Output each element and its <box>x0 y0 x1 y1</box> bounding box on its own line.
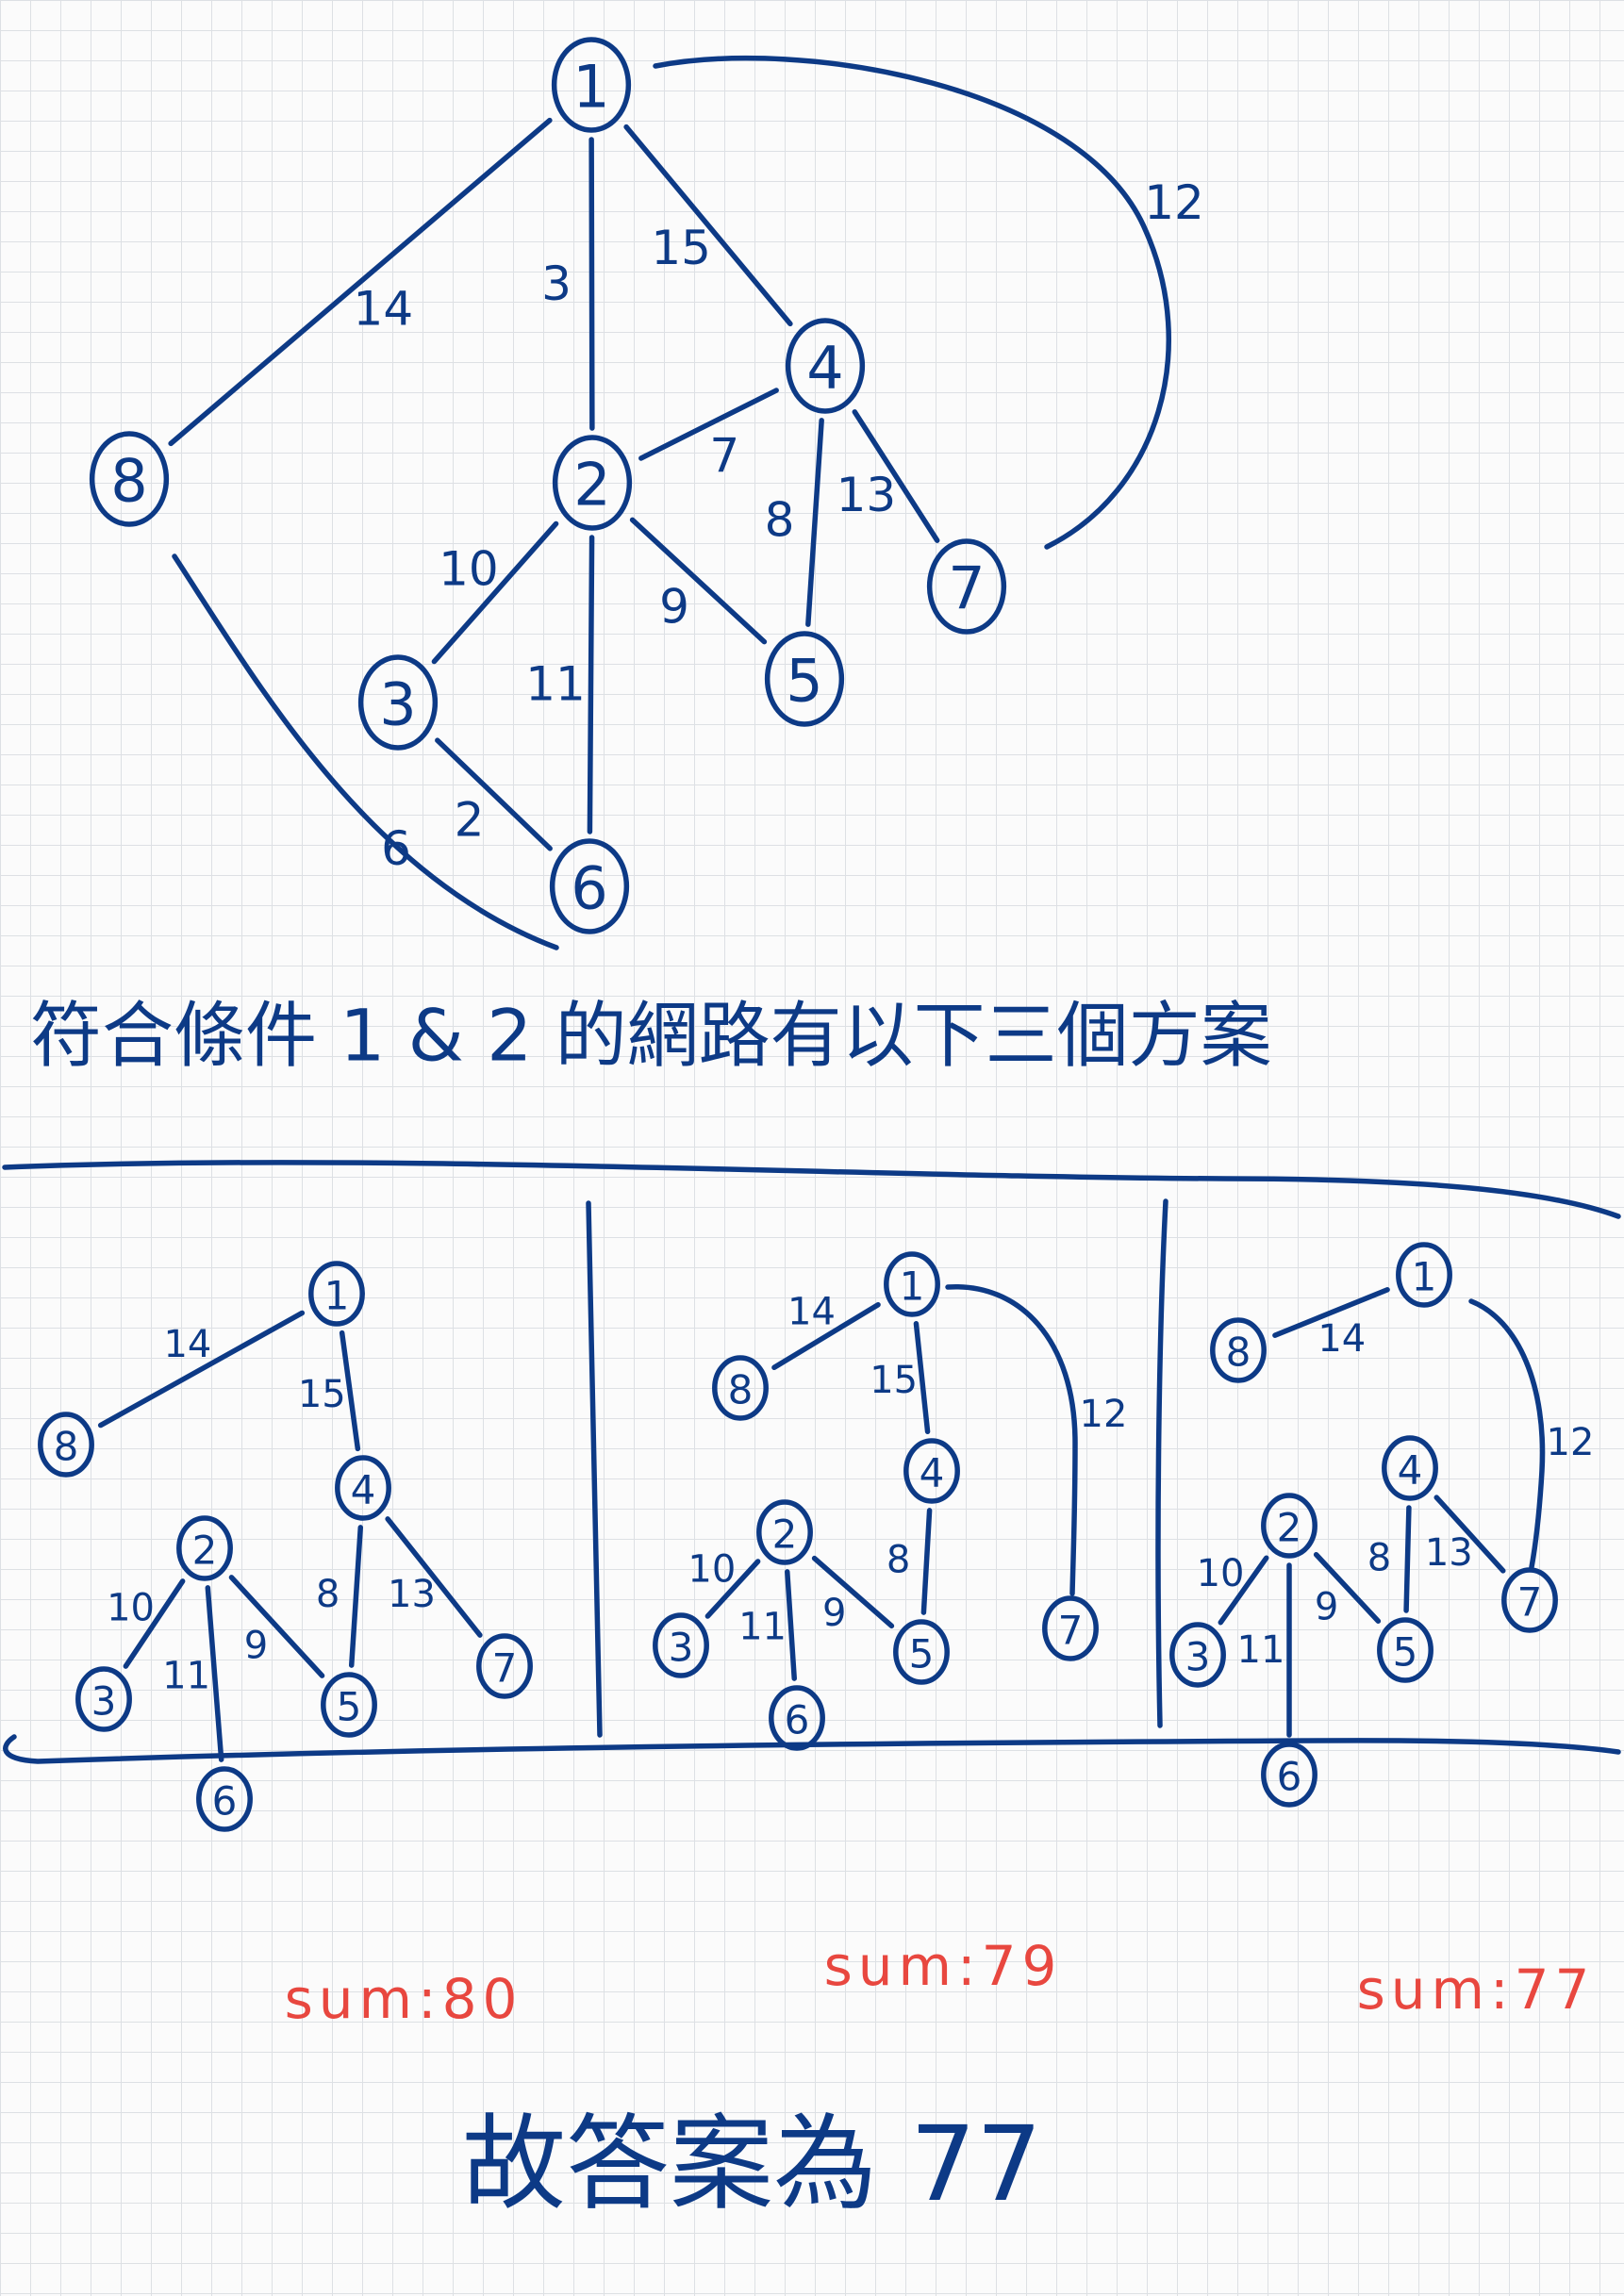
plan-1-weight-2-5: 9 <box>244 1624 268 1667</box>
plan-1-weight-4-5: 8 <box>316 1573 340 1616</box>
plan-3-node-7: 7 <box>1517 1579 1543 1626</box>
plan-3-node-1: 1 <box>1412 1254 1437 1300</box>
plan-1-weight-2-3: 10 <box>107 1586 155 1629</box>
main-node-7: 7 <box>948 554 985 623</box>
panel-divider-2 <box>1155 1198 1168 1728</box>
plan-3-weight-2-5: 9 <box>1315 1585 1338 1628</box>
main-weight-8-1: 14 <box>354 282 414 337</box>
plan-1-node-2: 2 <box>192 1528 218 1574</box>
plan-3-node-6: 6 <box>1277 1754 1302 1800</box>
main-weight-2-3: 10 <box>439 542 499 597</box>
plan-3-edge-1-7 <box>1468 1298 1546 1570</box>
main-weight-2-5: 9 <box>659 580 689 635</box>
plan-1-weight-1-4: 15 <box>298 1373 346 1416</box>
main-node-4: 4 <box>806 334 843 403</box>
main-weight-1-7: 12 <box>1144 175 1204 230</box>
plan-2-node-8: 8 <box>728 1367 754 1413</box>
main-node-6: 6 <box>571 854 607 923</box>
plan-1-node-4: 4 <box>351 1467 376 1513</box>
main-weight-3-6: 2 <box>455 793 485 848</box>
plan-2-node-6: 6 <box>785 1697 810 1743</box>
main-node-1: 1 <box>572 53 609 122</box>
plan-2-edge-1-4 <box>913 1321 931 1434</box>
plan-3-sum: sum:77 <box>1357 1957 1596 2022</box>
section-top-divider <box>2 1160 1621 1219</box>
main-graph: 14 3151278 13109112612345678 <box>89 37 1204 950</box>
main-edge-1-2 <box>588 137 595 431</box>
plan-1-edge-4-5 <box>348 1525 364 1668</box>
plan-2-node-1: 1 <box>900 1264 925 1310</box>
plan-1-node-5: 5 <box>337 1684 362 1730</box>
main-edge-2-5 <box>629 517 768 645</box>
plan-1-sum: sum:80 <box>285 1967 523 2031</box>
plan-1-weight-2-6: 11 <box>162 1654 210 1697</box>
main-weight-2-4: 7 <box>709 429 739 484</box>
plan-3-weight-8-1: 14 <box>1317 1317 1366 1361</box>
panel-divider-1 <box>586 1200 603 1738</box>
plan-2-weight-1-7: 12 <box>1080 1393 1128 1436</box>
main-edge-2-6 <box>587 535 595 834</box>
main-weight-4-5: 8 <box>765 493 795 548</box>
plan-2-weight-2-3: 10 <box>688 1548 736 1592</box>
plan-1-weight-4-7: 13 <box>388 1573 436 1616</box>
plan-3-weight-4-7: 13 <box>1425 1531 1473 1575</box>
main-weight-8-6: 6 <box>381 821 411 876</box>
plan-2-edge-4-5 <box>920 1508 933 1615</box>
handwritten-note-canvas: 14 3151278 13109112612345678 符合條件 1 & 2 的網… <box>2 37 1621 2224</box>
plan-2-node-7: 7 <box>1058 1608 1084 1654</box>
plan-3-node-5: 5 <box>1393 1629 1418 1676</box>
plan-3-node-2: 2 <box>1277 1505 1302 1551</box>
plan-3-node-8: 8 <box>1226 1330 1251 1376</box>
main-weight-1-4: 15 <box>651 221 711 275</box>
plan-1-node-8: 8 <box>54 1424 79 1470</box>
plan-1-node-1: 1 <box>324 1273 350 1319</box>
main-node-3: 3 <box>379 670 416 739</box>
main-weight-1-2: 3 <box>541 256 572 311</box>
condition-line: 符合條件 1 & 2 的網路有以下三個方案 <box>30 994 1272 1078</box>
plan-2-weight-4-5: 8 <box>887 1538 910 1581</box>
plan-3-edge-4-5 <box>1403 1505 1412 1613</box>
plan-3-weight-2-3: 10 <box>1197 1552 1245 1595</box>
plan-1-node-3: 3 <box>91 1678 117 1725</box>
plan-1-weight-1-8: 14 <box>163 1323 211 1366</box>
plan-2-weight-2-5: 9 <box>822 1592 846 1635</box>
plan-2-weight-1-8: 14 <box>787 1290 836 1333</box>
plan-2-sum: sum:79 <box>824 1934 1063 1998</box>
plan-3-weight-2-6: 11 <box>1237 1628 1285 1672</box>
main-edge-8-6 <box>172 553 559 950</box>
main-node-2: 2 <box>573 451 610 520</box>
plan-2-node-3: 3 <box>669 1625 694 1671</box>
plan-3-weight-1-7: 12 <box>1547 1421 1595 1464</box>
plan-2-edge-1-7 <box>945 1284 1078 1596</box>
plan-2: 14151281011 912345678 <box>653 1251 1128 1751</box>
plan-3-node-4: 4 <box>1398 1447 1423 1494</box>
conclusion: 故答案為 77 <box>462 2104 1042 2224</box>
plan-2-node-4: 4 <box>920 1450 945 1496</box>
plan-1-node-7: 7 <box>492 1645 518 1692</box>
main-node-8: 8 <box>110 447 147 516</box>
plan-2-weight-1-4: 15 <box>870 1359 918 1402</box>
plan-1-node-6: 6 <box>212 1778 238 1825</box>
main-node-5: 5 <box>786 647 822 716</box>
plan-3: 14121381091112345678 <box>1169 1242 1595 1808</box>
plan-2-edge-2-6 <box>785 1569 797 1681</box>
plan-3-node-3: 3 <box>1185 1634 1211 1680</box>
main-weight-2-6: 11 <box>525 657 586 712</box>
main-weight-4-7: 13 <box>837 468 897 522</box>
plan-2-node-2: 2 <box>772 1511 798 1558</box>
plan-2-weight-2-6: 11 <box>738 1605 787 1648</box>
plan-1: 14 15 13 8 1011 9 1 2 3 4 5 6 7 8 <box>38 1261 533 1832</box>
main-edge-4-5 <box>805 418 824 627</box>
plan-2-node-5: 5 <box>909 1631 935 1677</box>
plan-3-weight-4-5: 8 <box>1367 1537 1391 1580</box>
